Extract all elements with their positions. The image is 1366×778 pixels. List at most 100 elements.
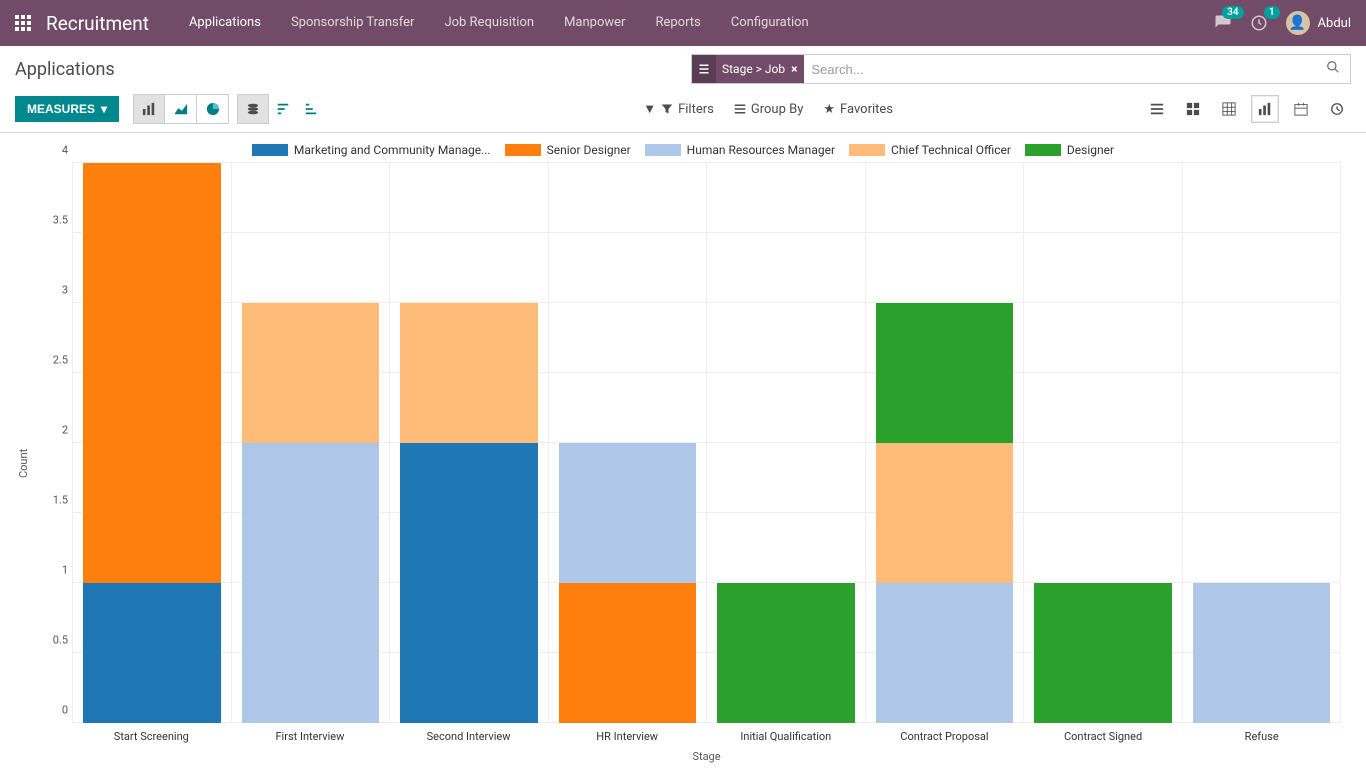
x-ticks: Start ScreeningFirst InterviewSecond Int… [72, 730, 1341, 743]
activity-view-icon[interactable] [1323, 95, 1351, 123]
favorites-label: Favorites [840, 102, 893, 117]
nav-link[interactable]: Configuration [716, 0, 824, 46]
facet-remove-icon[interactable]: × [791, 62, 797, 76]
bar-segment[interactable] [83, 583, 221, 723]
activity-icon[interactable]: 1 [1250, 14, 1268, 32]
favorites-dropdown[interactable]: ★ Favorites [823, 102, 893, 117]
control-panel: Applications Stage > Job × MEASURES ▾ [0, 46, 1366, 133]
x-tick: Refuse [1182, 730, 1341, 743]
bar-segment[interactable] [400, 303, 538, 443]
group-by-dropdown[interactable]: Group By [734, 102, 804, 117]
search-box[interactable]: Stage > Job × [691, 54, 1351, 84]
bar-stack[interactable] [1034, 583, 1172, 723]
legend-item[interactable]: Chief Technical Officer [849, 143, 1011, 157]
sort-asc-icon[interactable] [297, 94, 325, 124]
bar-column [549, 163, 708, 723]
x-tick: HR Interview [548, 730, 707, 743]
kanban-view-icon[interactable] [1179, 95, 1207, 123]
x-tick: Second Interview [389, 730, 548, 743]
measures-button[interactable]: MEASURES ▾ [15, 96, 119, 122]
legend-item[interactable]: Senior Designer [505, 143, 631, 157]
bar-segment[interactable] [83, 163, 221, 583]
messaging-badge: 34 [1222, 6, 1243, 19]
bar-column [1183, 163, 1342, 723]
bar-segment[interactable] [876, 583, 1014, 723]
messaging-icon[interactable]: 34 [1214, 14, 1232, 32]
user-menu[interactable]: 👤 Abdul [1286, 11, 1351, 35]
bar-stack[interactable] [876, 303, 1014, 723]
calendar-view-icon[interactable] [1287, 95, 1315, 123]
pivot-view-icon[interactable] [1215, 95, 1243, 123]
search-icon[interactable] [1316, 60, 1350, 78]
plot: Count Start ScreeningFirst InterviewSeco… [15, 163, 1351, 763]
bar-segment[interactable] [559, 443, 697, 583]
search-facet: Stage > Job × [692, 55, 804, 83]
x-tick: Contract Signed [1024, 730, 1183, 743]
line-chart-icon[interactable] [165, 94, 197, 124]
bar-segment[interactable] [242, 443, 380, 723]
nav-link[interactable]: Manpower [549, 0, 640, 46]
bar-segment[interactable] [242, 303, 380, 443]
legend-swatch [645, 144, 681, 156]
bar-stack[interactable] [83, 163, 221, 723]
navbar: Recruitment ApplicationsSponsorship Tran… [0, 0, 1366, 46]
nav-links: ApplicationsSponsorship TransferJob Requ… [174, 0, 824, 46]
y-tick: 3 [32, 284, 68, 297]
star-icon: ★ [823, 102, 835, 117]
bar-stack[interactable] [717, 583, 855, 723]
legend-label: Senior Designer [547, 143, 631, 157]
bar-segment[interactable] [876, 443, 1014, 583]
cp-top: Applications Stage > Job × [0, 46, 1366, 88]
nav-link[interactable]: Sponsorship Transfer [276, 0, 430, 46]
legend-label: Designer [1067, 143, 1114, 157]
plot-inner: Start ScreeningFirst InterviewSecond Int… [32, 163, 1351, 763]
filters-label: Filters [678, 102, 714, 117]
bar-segment[interactable] [1034, 583, 1172, 723]
chart: Marketing and Community Manage... Senior … [0, 133, 1366, 778]
legend-label: Marketing and Community Manage... [294, 143, 491, 157]
graph-view-icon[interactable] [1251, 95, 1279, 123]
pie-chart-icon[interactable] [197, 94, 229, 124]
funnel-icon [661, 103, 673, 115]
legend-swatch [252, 144, 288, 156]
nav-left: Recruitment ApplicationsSponsorship Tran… [15, 0, 824, 46]
legend-item[interactable]: Marketing and Community Manage... [252, 143, 491, 157]
apps-icon[interactable] [15, 15, 31, 31]
nav-link[interactable]: Job Requisition [429, 0, 549, 46]
stacked-toggle-icon[interactable] [237, 94, 269, 124]
y-tick: 2.5 [32, 354, 68, 367]
view-switcher [1143, 95, 1351, 123]
bar-segment[interactable] [876, 303, 1014, 443]
legend-item[interactable]: Designer [1025, 143, 1114, 157]
nav-right: 34 1 👤 Abdul [1214, 11, 1351, 35]
bar-stack[interactable] [400, 303, 538, 723]
legend-label: Human Resources Manager [687, 143, 835, 157]
bar-segment[interactable] [1193, 583, 1331, 723]
brand[interactable]: Recruitment [46, 12, 149, 35]
filters-dropdown[interactable]: ▼Filters [643, 101, 714, 117]
bar-stack[interactable] [1193, 583, 1331, 723]
bar-segment[interactable] [559, 583, 697, 723]
group-by-icon [692, 55, 716, 83]
x-tick: Start Screening [72, 730, 231, 743]
y-tick: 1 [32, 564, 68, 577]
user-name: Abdul [1318, 16, 1351, 31]
list-view-icon[interactable] [1143, 95, 1171, 123]
legend: Marketing and Community Manage... Senior … [15, 143, 1351, 157]
bars [72, 163, 1341, 723]
bar-column [866, 163, 1025, 723]
bar-stack[interactable] [559, 443, 697, 723]
bar-segment[interactable] [717, 583, 855, 723]
bar-chart-icon[interactable] [133, 94, 165, 124]
search-input[interactable] [804, 62, 1317, 77]
group-by-label: Group By [751, 102, 804, 117]
bar-segment[interactable] [400, 443, 538, 723]
bar-stack[interactable] [242, 303, 380, 723]
y-tick: 0.5 [32, 634, 68, 647]
facet-label: Stage > Job [722, 62, 785, 76]
y-tick: 3.5 [32, 214, 68, 227]
nav-link[interactable]: Reports [640, 0, 715, 46]
sort-desc-icon[interactable] [269, 94, 297, 124]
nav-link[interactable]: Applications [174, 0, 276, 46]
legend-item[interactable]: Human Resources Manager [645, 143, 835, 157]
